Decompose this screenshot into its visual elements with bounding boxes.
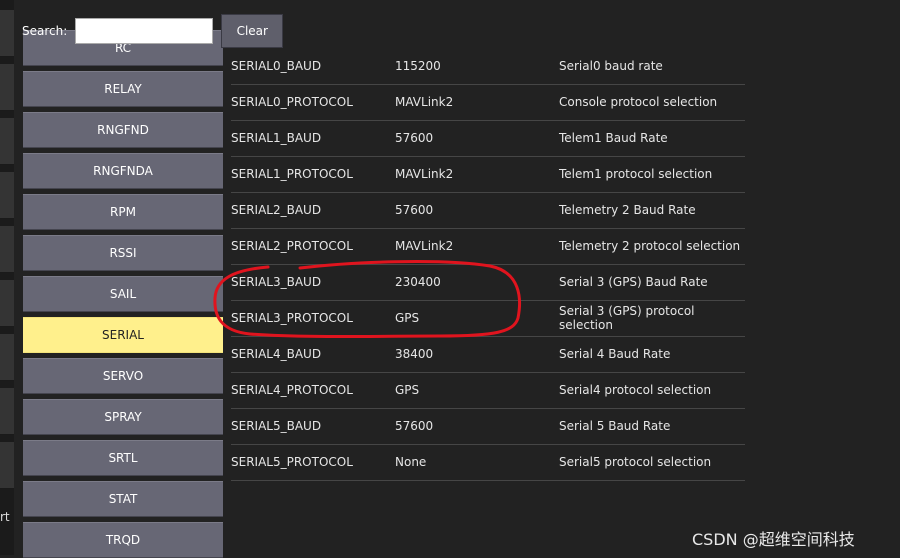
param-name: SERIAL5_PROTOCOL [231, 455, 353, 469]
category-rpm[interactable]: RPM [23, 194, 223, 230]
param-value[interactable]: 38400 [395, 347, 559, 361]
param-row[interactable]: SERIAL2_BAUD 57600 Telemetry 2 Baud Rate [231, 192, 745, 229]
search-input[interactable] [75, 18, 214, 44]
param-value[interactable]: GPS [395, 311, 559, 325]
category-stat[interactable]: STAT [23, 481, 223, 517]
category-sail[interactable]: SAIL [23, 276, 223, 312]
param-description: Telem1 Baud Rate [559, 131, 668, 145]
param-name: SERIAL5_BAUD [231, 419, 322, 433]
param-value[interactable]: 57600 [395, 131, 559, 145]
param-description: Serial 3 (GPS) Baud Rate [559, 275, 708, 289]
param-name: SERIAL0_BAUD [231, 59, 322, 73]
side-button[interactable] [0, 118, 14, 165]
param-description: Serial 3 (GPS) protocol selection [559, 304, 695, 332]
param-description: Serial 5 Baud Rate [559, 419, 671, 433]
param-description: Serial4 protocol selection [559, 383, 712, 397]
side-button[interactable] [0, 172, 14, 219]
param-description: Serial 4 Baud Rate [559, 347, 671, 361]
param-row[interactable]: SERIAL5_PROTOCOL None Serial5 protocol sel… [231, 444, 745, 481]
param-value[interactable]: 230400 [395, 275, 559, 289]
side-button[interactable] [0, 226, 14, 273]
param-value[interactable]: MAVLink2 [395, 167, 559, 181]
param-value[interactable]: 57600 [395, 203, 559, 217]
left-side-strip: rt [0, 0, 14, 555]
param-row[interactable]: SERIAL3_PROTOCOL GPS Serial 3 (GPS) protoc… [231, 300, 745, 337]
param-value[interactable]: MAVLink2 [395, 239, 559, 253]
param-row[interactable]: SERIAL4_PROTOCOL GPS Serial4 protocol sele… [231, 372, 745, 409]
param-description: Telemetry 2 Baud Rate [559, 203, 696, 217]
param-row[interactable]: SERIAL0_PROTOCOL MAVLink2 Console protocol… [231, 84, 745, 121]
param-description: Telemetry 2 protocol selection [559, 239, 741, 253]
category-serial[interactable]: SERIAL [23, 317, 223, 353]
param-name: SERIAL2_BAUD [231, 203, 322, 217]
param-name: SERIAL0_PROTOCOL [231, 95, 353, 109]
param-value[interactable]: MAVLink2 [395, 95, 559, 109]
param-value[interactable]: None [395, 455, 559, 469]
param-row[interactable]: SERIAL4_BAUD 38400 Serial 4 Baud Rate [231, 336, 745, 373]
param-row[interactable]: SERIAL0_BAUD 115200 Serial0 baud rate [231, 48, 745, 85]
param-row[interactable]: SERIAL1_PROTOCOL MAVLink2 Telem1 protocol … [231, 156, 745, 193]
param-row[interactable]: SERIAL2_PROTOCOL MAVLink2 Telemetry 2 prot… [231, 228, 745, 265]
param-description: Serial0 baud rate [559, 59, 663, 73]
category-srtl[interactable]: SRTL [23, 440, 223, 476]
category-rngfnda[interactable]: RNGFNDA [23, 153, 223, 189]
side-button[interactable] [0, 388, 14, 435]
category-relay[interactable]: RELAY [23, 71, 223, 107]
param-description: Serial5 protocol selection [559, 455, 712, 469]
category-rssi[interactable]: RSSI [23, 235, 223, 271]
param-name: SERIAL3_BAUD [231, 275, 322, 289]
param-row[interactable]: SERIAL3_BAUD 230400 Serial 3 (GPS) Baud Ra… [231, 264, 745, 301]
category-servo[interactable]: SERVO [23, 358, 223, 394]
param-name: SERIAL1_BAUD [231, 131, 322, 145]
param-value[interactable]: 57600 [395, 419, 559, 433]
clear-button[interactable]: Clear [221, 14, 284, 48]
category-trqd[interactable]: TRQD [23, 522, 223, 558]
watermark-text: CSDN @超维空间科技 [692, 530, 855, 549]
category-spray[interactable]: SPRAY [23, 399, 223, 435]
side-button[interactable] [0, 64, 14, 111]
param-description: Console protocol selection [559, 95, 718, 109]
param-value[interactable]: 115200 [395, 59, 559, 73]
param-name: SERIAL4_BAUD [231, 347, 322, 361]
side-partial-label: rt [0, 510, 10, 524]
param-name: SERIAL4_PROTOCOL [231, 383, 353, 397]
param-value[interactable]: GPS [395, 383, 559, 397]
side-button[interactable] [0, 280, 14, 327]
param-row[interactable]: SERIAL1_BAUD 57600 Telem1 Baud Rate [231, 120, 745, 157]
search-label: Search: [22, 24, 68, 38]
side-button[interactable] [0, 442, 14, 489]
param-row[interactable]: SERIAL5_BAUD 57600 Serial 5 Baud Rate [231, 408, 745, 445]
param-name: SERIAL2_PROTOCOL [231, 239, 353, 253]
category-rngfnd[interactable]: RNGFND [23, 112, 223, 148]
side-button[interactable] [0, 10, 14, 57]
param-name: SERIAL1_PROTOCOL [231, 167, 353, 181]
param-name: SERIAL3_PROTOCOL [231, 311, 353, 325]
param-description: Telem1 protocol selection [559, 167, 713, 181]
side-button[interactable] [0, 334, 14, 381]
search-bar: Search: Clear [18, 12, 284, 50]
